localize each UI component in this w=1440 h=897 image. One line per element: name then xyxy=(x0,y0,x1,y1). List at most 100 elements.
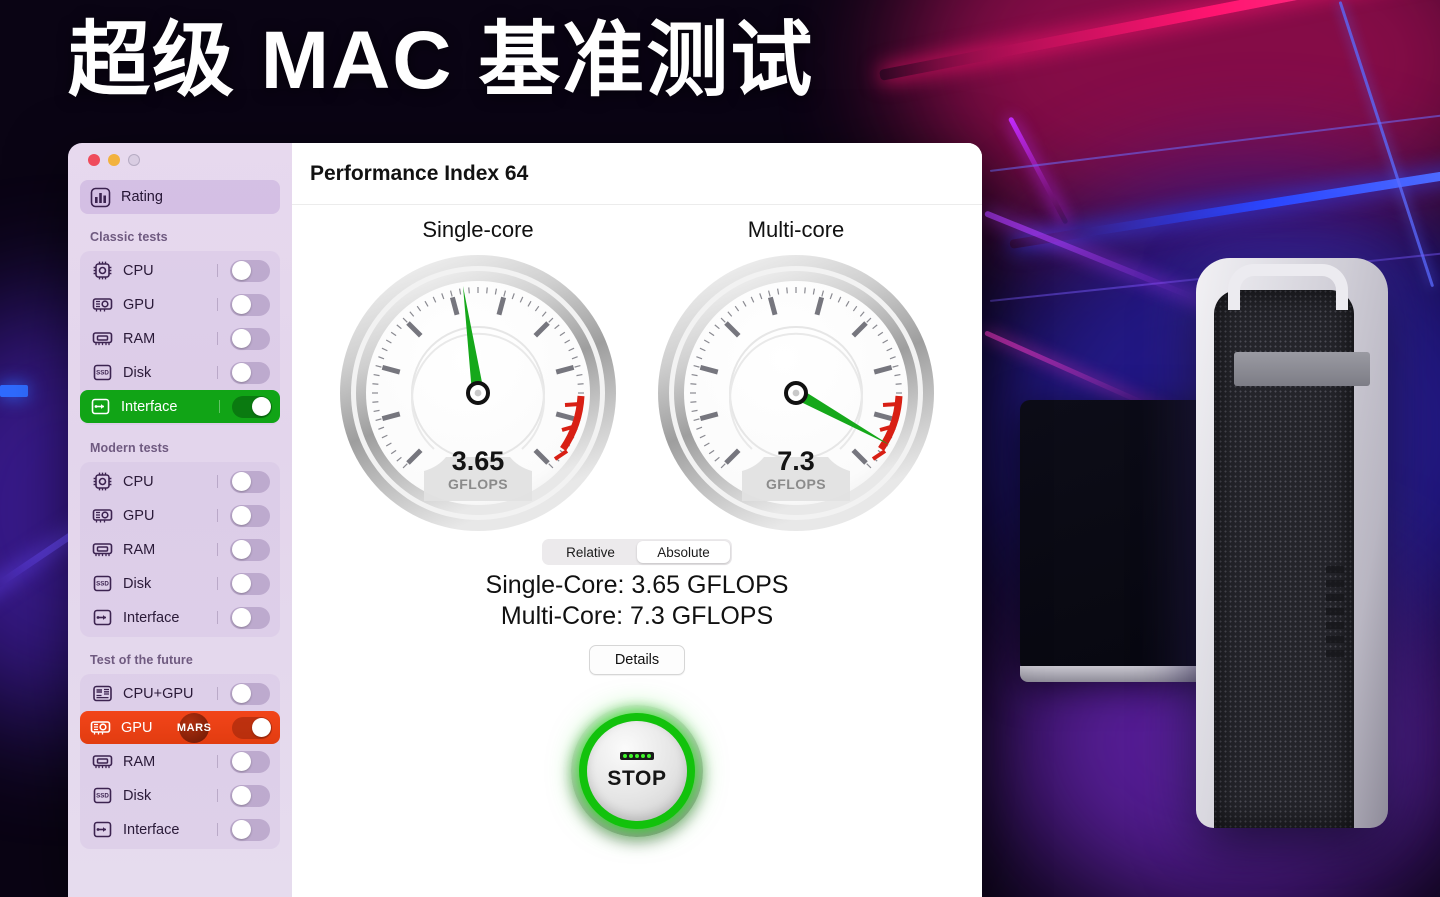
tower-slot xyxy=(1234,352,1370,386)
cpu-gpu-icon xyxy=(92,683,113,704)
toggle-switch[interactable] xyxy=(230,327,270,350)
sidebar-item-interface-modern[interactable]: Interface xyxy=(82,601,278,634)
row-divider xyxy=(217,755,218,768)
toggle-switch[interactable] xyxy=(232,716,272,739)
close-button[interactable] xyxy=(88,154,100,166)
row-divider xyxy=(217,577,218,590)
mars-badge-label: MARS xyxy=(176,721,212,734)
stop-button-face: STOP xyxy=(587,721,687,821)
ssd-icon: SSD xyxy=(92,785,113,806)
toggle-switch[interactable] xyxy=(232,395,272,418)
cpu-icon xyxy=(92,471,113,492)
row-divider xyxy=(217,611,218,624)
laser-pink-1 xyxy=(878,0,1440,81)
row-divider xyxy=(217,687,218,700)
sidebar-item-label: Disk xyxy=(123,787,152,804)
zoom-button[interactable] xyxy=(128,154,140,166)
gauge-label: Single-core xyxy=(422,217,534,242)
sidebar-item-label: CPU xyxy=(123,473,154,490)
laser-violet-1 xyxy=(1007,116,1069,225)
sidebar-item-gpu-future[interactable]: GPU MARS xyxy=(80,711,280,744)
main-panel: Performance Index 64 Single-core 3.65 GF… xyxy=(292,143,982,897)
toggle-switch[interactable] xyxy=(230,259,270,282)
toggle-switch[interactable] xyxy=(230,784,270,807)
sidebar-item-interface-future[interactable]: Interface xyxy=(82,813,278,846)
gauge-unit: GFLOPS xyxy=(448,476,508,492)
tower-ports xyxy=(1326,566,1344,658)
gauge-single-core: Single-core 3.65 GFLOPS xyxy=(328,217,628,533)
sidebar-item-cpu-modern[interactable]: CPU xyxy=(82,465,278,498)
toggle-switch[interactable] xyxy=(230,504,270,527)
mars-badge: MARS xyxy=(168,712,220,743)
stop-button[interactable]: STOP xyxy=(571,705,703,837)
ram-stick-icon xyxy=(92,328,113,349)
window-traffic-lights xyxy=(78,143,282,176)
svg-text:SSD: SSD xyxy=(96,370,109,377)
row-divider xyxy=(217,475,218,488)
cpu-icon xyxy=(92,260,113,281)
usb-icon xyxy=(92,819,113,840)
row-divider xyxy=(217,823,218,836)
sidebar-item-ram-classic[interactable]: RAM xyxy=(82,322,278,355)
app-window: Rating Classic tests CPU GPU RAM SSD Dis… xyxy=(68,143,982,897)
mac-pro-tower xyxy=(1196,258,1388,828)
sidebar-item-label: GPU xyxy=(121,719,153,736)
toggle-switch[interactable] xyxy=(230,682,270,705)
toggle-switch[interactable] xyxy=(230,606,270,629)
segmented-control[interactable]: Relative Absolute xyxy=(542,539,732,565)
toggle-switch[interactable] xyxy=(230,572,270,595)
sidebar-item-gpu-classic[interactable]: GPU xyxy=(82,288,278,321)
result-multi-core: Multi-Core: 7.3 GFLOPS xyxy=(500,602,774,630)
gauge-value: 7.3 xyxy=(777,446,815,476)
segment-relative[interactable]: Relative xyxy=(544,541,637,563)
segment-absolute[interactable]: Absolute xyxy=(637,541,730,563)
sidebar-item-rating[interactable]: Rating xyxy=(80,180,280,214)
sidebar-item-label: CPU xyxy=(123,262,154,279)
gpu-card-icon xyxy=(92,505,113,526)
sidebar-item-cpu-classic[interactable]: CPU xyxy=(82,254,278,287)
sidebar-item-label: CPU+GPU xyxy=(123,685,194,702)
ram-stick-icon xyxy=(92,751,113,772)
row-divider xyxy=(217,543,218,556)
panel-header: Performance Index 64 xyxy=(292,143,982,205)
toggle-switch[interactable] xyxy=(230,361,270,384)
toggle-switch[interactable] xyxy=(230,750,270,773)
sidebar-item-gpu-modern[interactable]: GPU xyxy=(82,499,278,532)
tower-mesh-grille xyxy=(1214,290,1370,828)
toggle-switch[interactable] xyxy=(230,470,270,493)
sidebar-item-label: RAM xyxy=(123,330,156,347)
svg-text:SSD: SSD xyxy=(96,793,109,800)
page-title: 超级 MAC 基准测试 xyxy=(68,15,815,106)
section-label-classic: Classic tests xyxy=(90,230,168,244)
gauge-unit: GFLOPS xyxy=(766,476,826,492)
sidebar-item-cpu-gpu-future[interactable]: CPU+GPU xyxy=(82,677,278,710)
result-single-core: Single-Core: 3.65 GFLOPS xyxy=(485,571,789,599)
details-button[interactable]: Details xyxy=(589,645,685,675)
section-group-classic: CPU GPU RAM SSD Disk Interface xyxy=(80,251,280,425)
sidebar-item-disk-modern[interactable]: SSD Disk xyxy=(82,567,278,600)
sidebar-item-label: GPU xyxy=(123,507,155,524)
row-divider xyxy=(217,789,218,802)
sidebar-item-ram-future[interactable]: RAM xyxy=(82,745,278,778)
gauges-container: Single-core 3.65 GFLOPS Multi-core 7.3 G… xyxy=(292,205,982,561)
sidebar-item-disk-future[interactable]: SSD Disk xyxy=(82,779,278,812)
toggle-switch[interactable] xyxy=(230,818,270,841)
sidebar: Rating Classic tests CPU GPU RAM SSD Dis… xyxy=(68,143,292,897)
sidebar-item-label: GPU xyxy=(123,296,155,313)
toggle-switch[interactable] xyxy=(230,538,270,561)
sidebar-item-label: RAM xyxy=(123,541,156,558)
gauge-dial: 7.3 GFLOPS xyxy=(656,253,936,533)
ssd-icon: SSD xyxy=(92,362,113,383)
gauge-multi-core: Multi-core 7.3 GFLOPS xyxy=(646,217,946,533)
svg-text:SSD: SSD xyxy=(96,581,109,588)
sidebar-item-label: Interface xyxy=(123,821,180,838)
laser-blue-2 xyxy=(1338,1,1435,288)
sidebar-item-interface-classic[interactable]: Interface xyxy=(80,390,280,423)
laser-left-dash xyxy=(0,385,28,397)
sidebar-item-disk-classic[interactable]: SSD Disk xyxy=(82,356,278,389)
minimize-button[interactable] xyxy=(108,154,120,166)
section-label-future: Test of the future xyxy=(90,653,193,667)
sidebar-item-ram-modern[interactable]: RAM xyxy=(82,533,278,566)
toggle-switch[interactable] xyxy=(230,293,270,316)
gpu-card-icon xyxy=(92,294,113,315)
